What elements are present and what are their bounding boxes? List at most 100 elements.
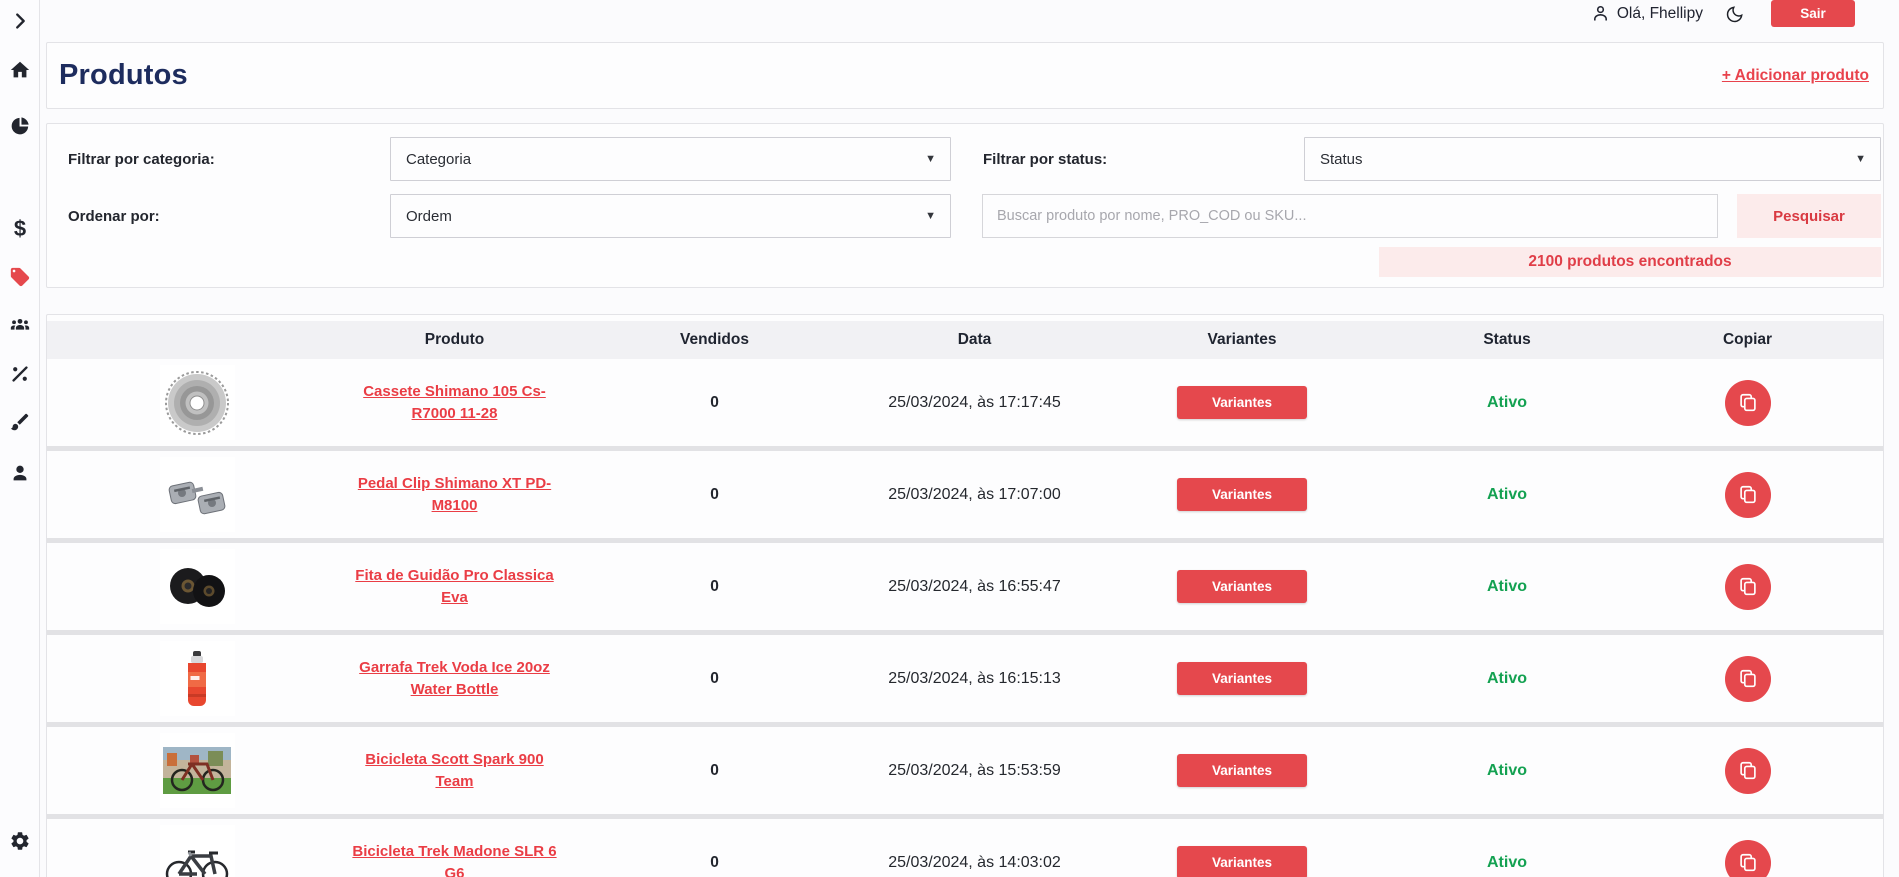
table-row: Garrafa Trek Voda Ice 20oz Water Bottle … (47, 635, 1883, 722)
title-card: Produtos + Adicionar produto (46, 42, 1884, 109)
theme-toggle-button[interactable] (1725, 3, 1747, 25)
main-area: Olá, Fhellipy Sair Produtos + Adicionar … (40, 0, 1899, 877)
logout-button[interactable]: Sair (1771, 0, 1855, 27)
status-badge: Ativo (1487, 577, 1527, 595)
copy-button[interactable] (1724, 563, 1771, 610)
product-date: 25/03/2024, às 17:17:45 (888, 393, 1061, 411)
copy-icon (1739, 485, 1756, 503)
product-sold-count: 0 (710, 761, 719, 779)
home-icon (10, 61, 30, 78)
copy-button[interactable] (1724, 747, 1771, 794)
brush-icon (10, 413, 29, 431)
copy-button[interactable] (1724, 655, 1771, 702)
product-sold-count: 0 (710, 669, 719, 687)
status-filter-label: Filtrar por status: (983, 150, 1108, 168)
product-name-link[interactable]: Garrafa Trek Voda Ice 20oz Water Bottle (347, 657, 562, 701)
gear-icon (11, 832, 29, 850)
results-count-badge: 2100 produtos encontrados (1379, 247, 1881, 277)
product-name-link[interactable]: Cassete Shimano 105 Cs-R7000 11-28 (347, 381, 562, 425)
table-row: Cassete Shimano 105 Cs-R7000 11-28 0 25/… (47, 359, 1883, 446)
chevron-right-icon (16, 13, 25, 29)
product-name-link[interactable]: Pedal Clip Shimano XT PD-M8100 (347, 473, 562, 517)
status-badge: Ativo (1487, 761, 1527, 779)
copy-icon (1739, 669, 1756, 687)
filter-row-2: Ordenar por: Ordem ▼ Pesquisar (47, 194, 1881, 238)
pie-chart-icon (11, 117, 29, 135)
status-badge: Ativo (1487, 853, 1527, 871)
category-select-value: Categoria (406, 150, 472, 168)
app-root: $ Olá, Fhellipy Sair Produtos + Adiciona… (0, 0, 1899, 877)
content: Produtos + Adicionar produto Filtrar por… (40, 27, 1899, 877)
order-select-value: Ordem (406, 207, 452, 225)
sidebar-item-home[interactable] (8, 58, 32, 82)
table-row: Bicicleta Scott Spark 900 Team 0 25/03/2… (47, 727, 1883, 814)
chevron-down-icon: ▼ (1855, 153, 1866, 165)
variants-button[interactable]: Variantes (1177, 754, 1307, 787)
product-image (159, 365, 235, 440)
sidebar-item-sales[interactable]: $ (8, 217, 32, 241)
table-header-vendidos: Vendidos (680, 331, 749, 348)
product-image (159, 457, 235, 532)
product-date: 25/03/2024, às 16:55:47 (888, 577, 1061, 595)
add-product-link[interactable]: + Adicionar produto (1722, 67, 1869, 85)
search-button[interactable]: Pesquisar (1737, 194, 1881, 238)
table-header-copiar: Copiar (1722, 331, 1773, 348)
sidebar-item-account[interactable] (8, 461, 32, 485)
sidebar-item-discounts[interactable] (8, 362, 32, 386)
order-select[interactable]: Ordem ▼ (390, 194, 951, 238)
count-row: 2100 produtos encontrados (47, 247, 1881, 277)
category-filter-label: Filtrar por categoria: (68, 150, 215, 168)
sidebar: $ (0, 0, 40, 877)
dollar-icon: $ (13, 216, 27, 241)
copy-button[interactable] (1724, 471, 1771, 518)
table-body: Cassete Shimano 105 Cs-R7000 11-28 0 25/… (47, 359, 1883, 877)
search-zone: Pesquisar (982, 194, 1881, 238)
status-select[interactable]: Status ▼ (1304, 137, 1881, 181)
chevron-down-icon: ▼ (925, 153, 936, 165)
sidebar-item-products[interactable] (8, 265, 32, 289)
product-image (159, 825, 235, 877)
table-header-status: Status (1483, 331, 1531, 348)
person-icon (13, 465, 27, 481)
sidebar-item-customers[interactable] (8, 313, 32, 337)
copy-button[interactable] (1724, 839, 1771, 877)
filter-card: Filtrar por categoria: Categoria ▼ Filtr… (46, 123, 1884, 288)
status-badge: Ativo (1487, 393, 1527, 411)
table-row: Pedal Clip Shimano XT PD-M8100 0 25/03/2… (47, 451, 1883, 538)
sidebar-item-reports[interactable] (8, 114, 32, 138)
table-row: Fita de Guidão Pro Classica Eva 0 25/03/… (47, 543, 1883, 630)
person-icon (1593, 5, 1607, 21)
variants-button[interactable]: Variantes (1177, 570, 1307, 603)
chevron-down-icon: ▼ (925, 210, 936, 222)
product-name-link[interactable]: Bicicleta Trek Madone SLR 6 G6 (347, 841, 562, 877)
products-table: Produto Vendidos Data Variantes Status C… (46, 314, 1884, 877)
copy-icon (1739, 577, 1756, 595)
sidebar-expand-button[interactable] (8, 9, 32, 33)
copy-button[interactable] (1724, 379, 1771, 426)
greeting-text: Olá, Fhellipy (1616, 4, 1703, 22)
variants-button[interactable]: Variantes (1177, 662, 1307, 695)
page-title: Produtos (59, 59, 188, 91)
sidebar-item-settings[interactable] (8, 829, 32, 853)
moon-icon (1726, 5, 1743, 22)
status-badge: Ativo (1487, 669, 1527, 687)
copy-icon (1739, 761, 1756, 779)
variants-button[interactable]: Variantes (1177, 478, 1307, 511)
variants-button[interactable]: Variantes (1177, 386, 1307, 419)
product-date: 25/03/2024, às 16:15:13 (888, 669, 1061, 687)
table-row: Bicicleta Trek Madone SLR 6 G6 0 25/03/2… (47, 819, 1883, 877)
search-input[interactable] (982, 194, 1718, 238)
order-filter-label: Ordenar por: (68, 207, 160, 225)
category-select[interactable]: Categoria ▼ (390, 137, 951, 181)
product-sold-count: 0 (710, 485, 719, 503)
variants-button[interactable]: Variantes (1177, 846, 1307, 877)
product-name-link[interactable]: Fita de Guidão Pro Classica Eva (347, 565, 562, 609)
sidebar-item-appearance[interactable] (8, 410, 32, 434)
tag-icon (10, 267, 30, 287)
table-header-row: Produto Vendidos Data Variantes Status C… (47, 321, 1883, 359)
product-sold-count: 0 (710, 577, 719, 595)
users-icon (10, 318, 30, 330)
topbar: Olá, Fhellipy Sair (40, 0, 1899, 27)
filter-row-1: Filtrar por categoria: Categoria ▼ Filtr… (47, 137, 1881, 181)
product-name-link[interactable]: Bicicleta Scott Spark 900 Team (347, 749, 562, 793)
